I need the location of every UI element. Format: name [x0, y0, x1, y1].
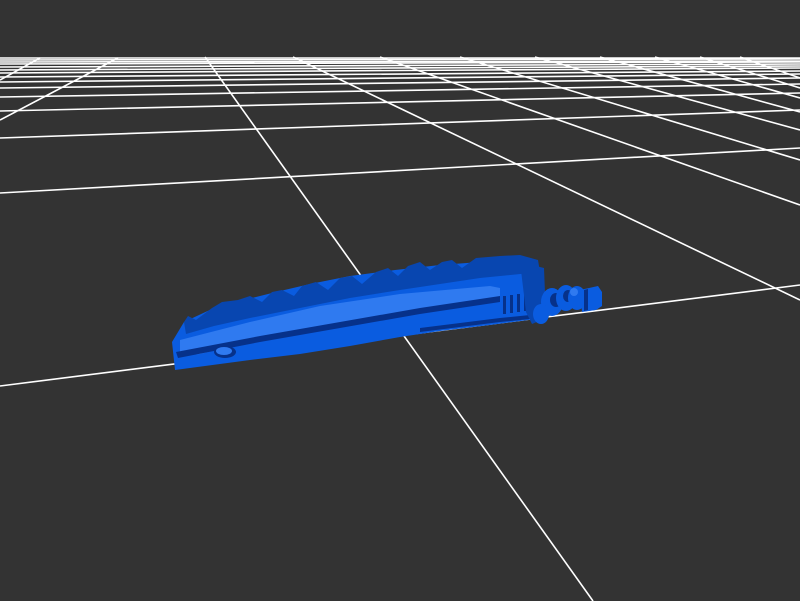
viewport-canvas[interactable]	[0, 0, 800, 601]
pommel-ring	[584, 289, 588, 311]
pommel	[580, 286, 602, 312]
grid-line	[0, 60, 800, 63]
blade-rivet-highlight	[216, 347, 232, 355]
3d-viewport[interactable]	[0, 0, 800, 601]
grid-line	[0, 58, 800, 61]
